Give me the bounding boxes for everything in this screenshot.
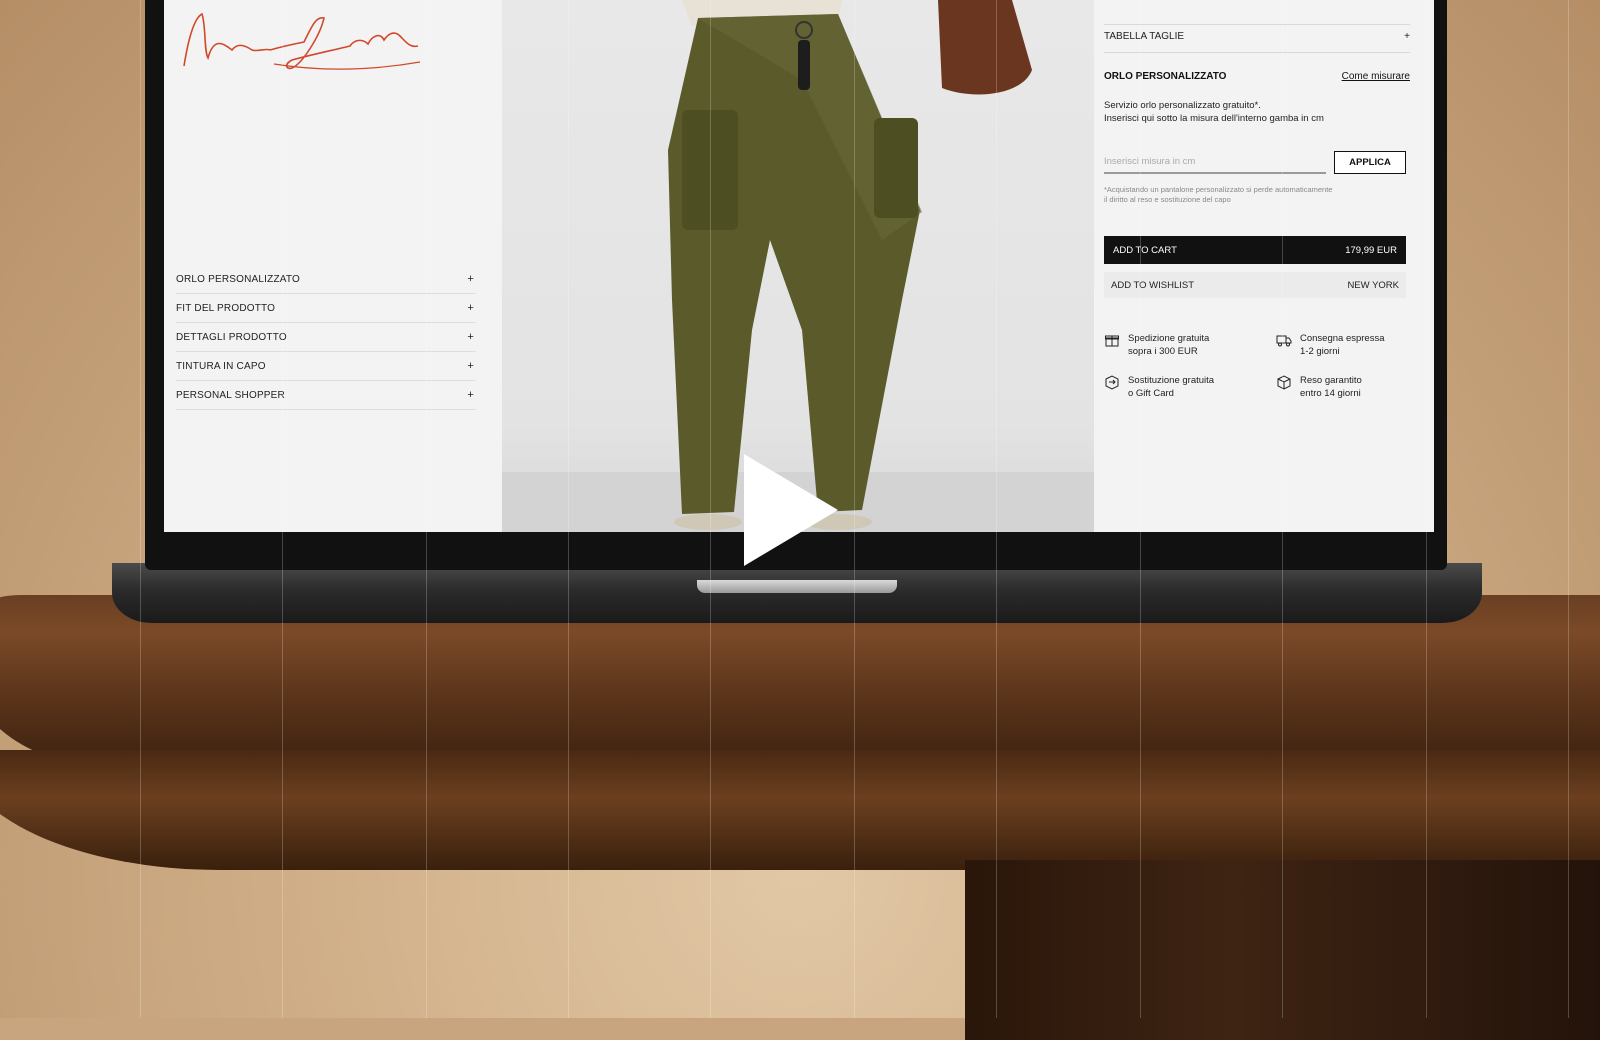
laptop-hinge <box>697 580 897 593</box>
gift-icon <box>1105 335 1119 347</box>
accordion-personal-shopper[interactable]: PERSONAL SHOPPER + <box>176 381 476 410</box>
overlay-stripe <box>282 0 283 1018</box>
overlay-stripe <box>1568 0 1569 1018</box>
laptop-base <box>112 563 1482 623</box>
feature-line: entro 14 giorni <box>1300 388 1361 399</box>
size-chart-label: TABELLA TAGLIE <box>1104 31 1185 42</box>
accordion-tintura-in-capo[interactable]: TINTURA IN CAPO + <box>176 352 476 381</box>
feature-free-exchange: Sostituzione gratuita o Gift Card <box>1104 374 1214 400</box>
table-edge <box>0 750 1600 870</box>
hem-description-line: Inserisci qui sotto la misura dell'inter… <box>1104 113 1324 124</box>
overlay-stripe <box>854 0 855 1018</box>
overlay-stripe <box>1140 0 1141 1018</box>
overlay-stripe <box>140 0 141 1018</box>
overlay-stripe <box>568 0 569 1018</box>
add-to-cart-button[interactable]: ADD TO CART 179,99 EUR <box>1104 236 1406 264</box>
feature-guaranteed-return: Reso garantito entro 14 giorni <box>1276 374 1362 400</box>
feature-line: 1-2 giorni <box>1300 346 1340 357</box>
overlay-stripe <box>996 0 997 1018</box>
accordion-dettagli-prodotto[interactable]: DETTAGLI PRODOTTO + <box>176 323 476 352</box>
accordion-label: PERSONAL SHOPPER <box>176 389 285 401</box>
price: 179,99 EUR <box>1345 244 1397 256</box>
size-chart-toggle[interactable]: TABELLA TAGLIE + <box>1104 31 1410 42</box>
accordion-label: DETTAGLI PRODOTTO <box>176 331 287 343</box>
feature-line: Consegna espressa <box>1300 333 1385 344</box>
divider <box>1104 52 1410 53</box>
disclaimer-line: il diritto al reso e sostituzione del ca… <box>1104 195 1231 204</box>
collection-name: NEW YORK <box>1347 279 1399 291</box>
accordion-label: TINTURA IN CAPO <box>176 360 266 372</box>
how-to-measure-link[interactable]: Come misurare <box>1342 71 1410 82</box>
return-box-icon <box>1277 375 1291 390</box>
product-info-left: ORLO PERSONALIZZATO + FIT DEL PRODOTTO +… <box>164 0 500 532</box>
add-to-cart-label: ADD TO CART <box>1113 244 1177 256</box>
hem-description: Servizio orlo personalizzato gratuito*. … <box>1104 99 1410 125</box>
accordion-list: ORLO PERSONALIZZATO + FIT DEL PRODOTTO +… <box>176 265 476 410</box>
disclaimer-line: *Acquistando un pantalone personalizzato… <box>1104 185 1333 194</box>
plus-icon: + <box>467 360 474 372</box>
plus-icon: + <box>467 273 474 285</box>
feature-free-shipping: Spedizione gratuita sopra i 300 EUR <box>1104 332 1209 358</box>
play-icon[interactable] <box>740 452 840 568</box>
add-to-wishlist-label: ADD TO WISHLIST <box>1111 279 1195 291</box>
accordion-label: FIT DEL PRODOTTO <box>176 302 276 314</box>
feature-express-delivery: Consegna espressa 1-2 giorni <box>1276 332 1385 358</box>
add-to-wishlist-button[interactable]: ADD TO WISHLIST NEW YORK <box>1104 272 1406 298</box>
overlay-stripe <box>1282 0 1283 1018</box>
overlay-stripe <box>426 0 427 1018</box>
hem-description-line: Servizio orlo personalizzato gratuito*. <box>1104 100 1261 111</box>
truck-icon <box>1276 335 1292 347</box>
overlay-stripe <box>1426 0 1427 1018</box>
hem-section-title: ORLO PERSONALIZZATO <box>1104 71 1227 82</box>
hem-disclaimer: *Acquistando un pantalone personalizzato… <box>1104 185 1394 205</box>
plus-icon: + <box>467 331 474 343</box>
feature-line: Reso garantito <box>1300 375 1362 386</box>
product-purchase-panel: TABELLA TAGLIE + ORLO PERSONALIZZATO Com… <box>1094 0 1434 532</box>
measurement-input[interactable] <box>1104 150 1326 174</box>
accordion-fit-del-prodotto[interactable]: FIT DEL PRODOTTO + <box>176 294 476 323</box>
apply-button[interactable]: APPLICA <box>1334 151 1406 174</box>
plus-icon: + <box>467 302 474 314</box>
plus-icon: + <box>1404 31 1410 42</box>
plus-icon: + <box>467 389 474 401</box>
overlay-stripe <box>710 0 711 1018</box>
new-york-signature-logo <box>183 12 421 70</box>
accordion-orlo-personalizzato[interactable]: ORLO PERSONALIZZATO + <box>176 265 476 294</box>
exchange-box-icon <box>1105 375 1119 390</box>
divider <box>1104 24 1410 25</box>
